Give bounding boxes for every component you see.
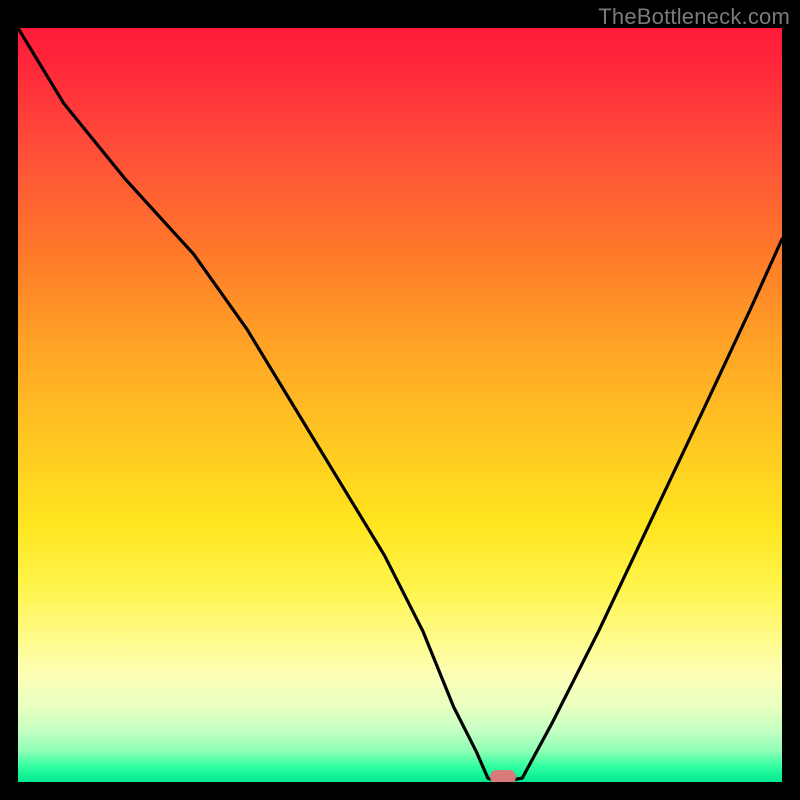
watermark-text: TheBottleneck.com: [598, 4, 790, 30]
optimal-marker: [490, 770, 516, 782]
bottleneck-curve: [18, 28, 782, 782]
plot-area: [18, 28, 782, 782]
chart-frame: TheBottleneck.com: [0, 0, 800, 800]
